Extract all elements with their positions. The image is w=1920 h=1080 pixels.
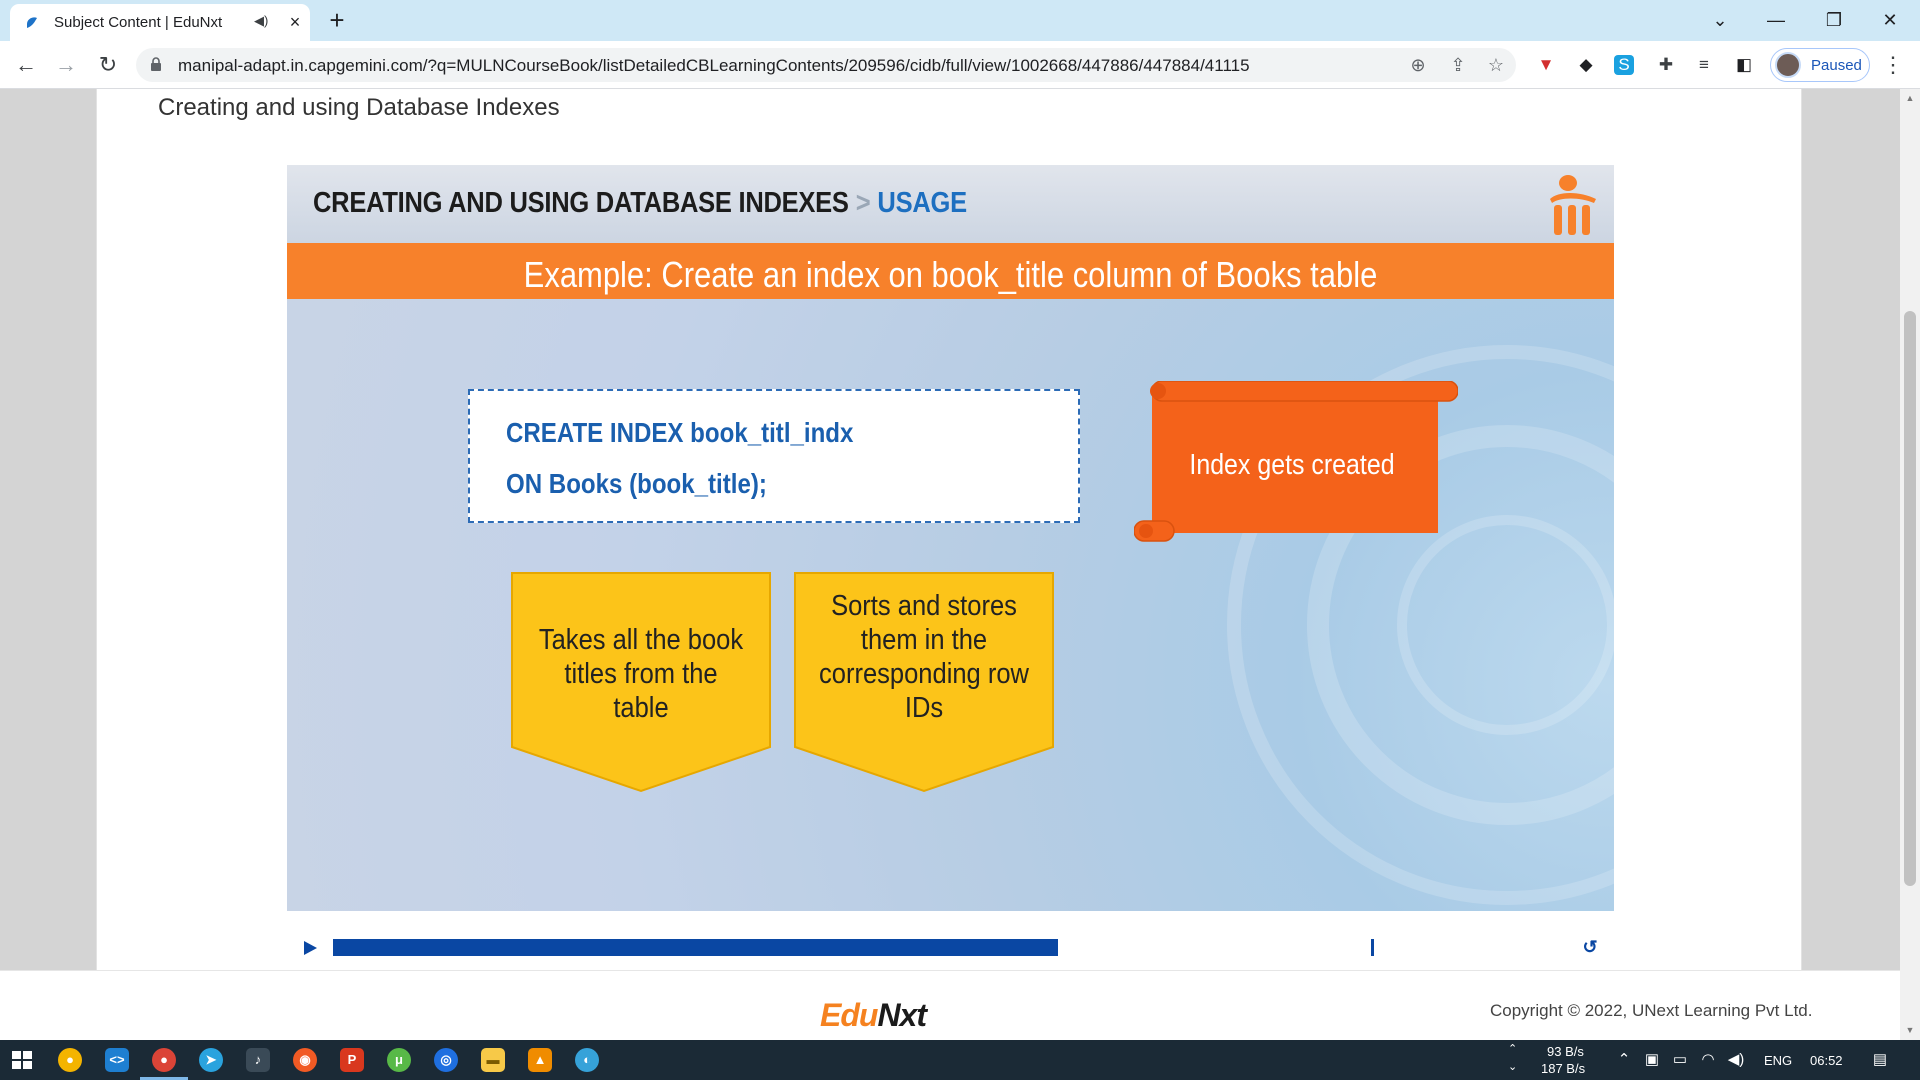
slide-heading: CREATING AND USING DATABASE INDEXES > USAG…	[313, 187, 967, 220]
more-menu-icon[interactable]: ⋮	[1880, 51, 1906, 79]
chrome-active-icon[interactable]: ●	[152, 1048, 176, 1072]
file-explorer-icon[interactable]: ▬	[481, 1048, 505, 1072]
content-title: Creating and using Database Indexes	[158, 94, 560, 121]
bookmark-star-icon[interactable]: ☆	[1484, 54, 1508, 76]
media-queue-icon[interactable]: ≡	[1692, 53, 1716, 77]
postman-icon[interactable]: ◉	[293, 1048, 317, 1072]
vscode-icon[interactable]: <>	[105, 1048, 129, 1072]
result-label: Index gets created	[1189, 449, 1395, 481]
example-banner-text: Example: Create an index on book_title c…	[523, 254, 1378, 295]
progress-marker[interactable]	[1371, 939, 1374, 956]
utorrent-icon[interactable]: μ	[387, 1048, 411, 1072]
net-up-speed: 93 B/s	[1547, 1044, 1584, 1059]
edunxt-favicon-icon	[27, 17, 37, 28]
telegram-icon[interactable]: ➤	[199, 1048, 223, 1072]
close-tab-icon[interactable]: ×	[284, 11, 306, 33]
address-bar[interactable]: manipal-adapt.in.capgemini.com/?q=MULNCo…	[136, 48, 1516, 82]
manipal-logo-icon	[1550, 175, 1596, 235]
new-tab-button[interactable]: +	[324, 7, 350, 34]
restore-button[interactable]: ❐	[1814, 6, 1854, 34]
forward-arrow-icon[interactable]: →	[52, 51, 80, 79]
net-down-arrow-icon: ⌄	[1508, 1061, 1518, 1073]
meet-now-icon[interactable]: ▣	[1642, 1050, 1662, 1070]
extension-shield-icon[interactable]: ▼	[1534, 53, 1558, 77]
profile-status: Paused	[1811, 57, 1862, 74]
slide-heading-sub: USAGE	[877, 187, 967, 219]
sql-line-1: CREATE INDEX book_titl_indx	[506, 417, 854, 448]
browser-toolbar: ← → ↻ manipal-adapt.in.capgemini.com/?q=…	[0, 41, 1920, 89]
browser-tab[interactable]: Subject Content | EduNxt ◀) ×	[10, 4, 310, 41]
app-globe-icon[interactable]: ◐	[575, 1048, 599, 1072]
scroll-down-icon[interactable]: ▼	[1904, 1025, 1916, 1035]
net-down-speed: 187 B/s	[1541, 1061, 1586, 1076]
notifications-icon[interactable]: ▤	[1870, 1050, 1890, 1070]
example-banner: Example: Create an index on book_title c…	[287, 243, 1614, 299]
slide-header: CREATING AND USING DATABASE INDEXES > USAG…	[287, 165, 1614, 243]
sql-line-2: ON Books (book_title);	[506, 468, 767, 499]
net-up-arrow-icon: ⌃	[1508, 1043, 1518, 1055]
avatar	[1775, 52, 1801, 78]
speaker-icon[interactable]: ◀)	[254, 13, 274, 31]
extension-s-icon[interactable]: S	[1614, 55, 1634, 75]
profile-button[interactable]: Paused	[1770, 48, 1870, 82]
windows-taskbar: ● <> ● ➤ ♪ ◉ P μ ◎ ▬ ▲ ◐ ⌃ ⌄ 93 B/s 187 …	[0, 1040, 1920, 1080]
progress-bar[interactable]	[333, 939, 1583, 956]
decor-ring	[1397, 515, 1614, 735]
url-text[interactable]: manipal-adapt.in.capgemini.com/?q=MULNCo…	[178, 56, 1250, 76]
side-panel-icon[interactable]: ◧	[1732, 53, 1756, 77]
tab-title: Subject Content | EduNxt	[54, 14, 223, 31]
copyright-text: Copyright © 2022, UNext Learning Pvt Ltd…	[1490, 1001, 1813, 1020]
lesson-slide: CREATING AND USING DATABASE INDEXES > USAG…	[287, 165, 1614, 911]
sql-code-box: CREATE INDEX book_titl_indx ON Books (bo…	[468, 389, 1080, 523]
edunxt-logo: EduNxt	[820, 997, 927, 1034]
battery-icon[interactable]: ▭	[1670, 1050, 1690, 1070]
app-icon[interactable]: ♪	[246, 1048, 270, 1072]
play-icon[interactable]	[302, 940, 318, 956]
chrome-icon[interactable]: ●	[58, 1048, 82, 1072]
scrollbar-thumb[interactable]	[1904, 311, 1916, 886]
tray-overflow-icon[interactable]: ⌃	[1614, 1050, 1634, 1070]
browser-tab-bar: Subject Content | EduNxt ◀) × + ⌄ — ❐ ✕	[0, 0, 1920, 41]
minimize-button[interactable]: —	[1756, 6, 1796, 34]
vlc-icon[interactable]: ▲	[528, 1048, 552, 1072]
share-icon[interactable]: ⇪	[1446, 54, 1470, 76]
extensions-puzzle-icon[interactable]: ✚	[1654, 53, 1678, 77]
reload-icon[interactable]: ↻	[94, 51, 122, 79]
replay-icon[interactable]: ↺	[1580, 937, 1600, 957]
progress-fill	[333, 939, 1058, 956]
back-arrow-icon[interactable]: ←	[12, 51, 40, 79]
logo-part-1: Edu	[820, 997, 878, 1033]
scroll-up-icon[interactable]: ▲	[1904, 93, 1916, 103]
logo-part-2: Nxt	[877, 997, 927, 1033]
step-1-text: Takes all the book titles from the table	[538, 624, 744, 724]
browser-icon[interactable]: ◎	[434, 1048, 458, 1072]
page-footer: EduNxt Copyright © 2022, UNext Learning …	[0, 970, 1900, 1040]
page-scrollbar[interactable]: ▲ ▼	[1900, 89, 1920, 1040]
zoom-icon[interactable]: ⊕	[1406, 54, 1430, 76]
slide-heading-separator: >	[855, 187, 871, 219]
volume-icon[interactable]: ◀)	[1726, 1050, 1746, 1070]
lock-icon	[151, 57, 161, 71]
clock-time[interactable]: 06:52	[1810, 1053, 1843, 1068]
wifi-icon[interactable]: ◠	[1698, 1050, 1718, 1070]
tab-search-button[interactable]: ⌄	[1700, 6, 1740, 34]
close-window-button[interactable]: ✕	[1870, 6, 1910, 34]
slide-heading-main: CREATING AND USING DATABASE INDEXES	[313, 187, 849, 219]
windows-start-icon[interactable]	[10, 1048, 34, 1072]
wps-icon[interactable]: P	[340, 1048, 364, 1072]
language-indicator[interactable]: ENG	[1764, 1053, 1792, 1068]
extension-cat-icon[interactable]: ◆	[1574, 53, 1598, 77]
step-2-text: Sorts and stores them in the correspondi…	[819, 590, 1029, 724]
